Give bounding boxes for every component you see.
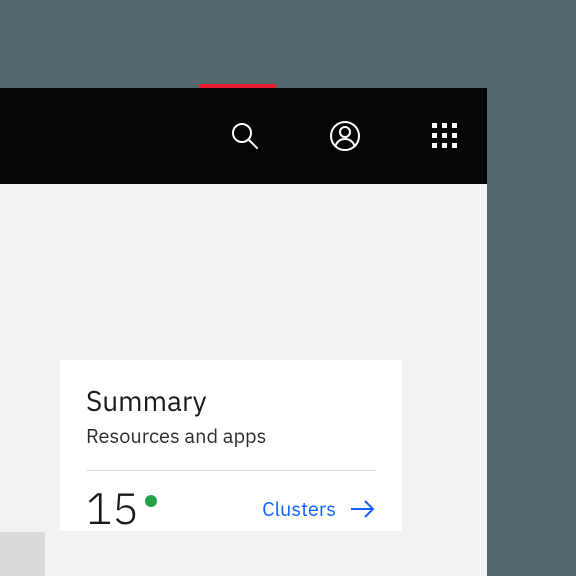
summary-title: Summary <box>86 384 376 418</box>
app-window: Summary Resources and apps 15 Clusters <box>0 88 487 576</box>
cluster-count-metric: 15 <box>86 487 157 531</box>
content-area: Summary Resources and apps 15 Clusters <box>0 184 487 576</box>
search-icon[interactable] <box>225 116 265 156</box>
status-dot-icon <box>145 495 157 507</box>
account-icon[interactable] <box>325 116 365 156</box>
top-nav-bar <box>0 88 487 184</box>
clusters-link-label: Clusters <box>262 495 336 522</box>
arrow-right-icon <box>350 499 376 519</box>
summary-subtitle: Resources and apps <box>86 424 376 448</box>
clusters-link[interactable]: Clusters <box>262 495 376 522</box>
cluster-count-value: 15 <box>86 487 139 531</box>
adjacent-card-stub <box>0 532 45 576</box>
summary-row-clusters: 15 Clusters <box>86 471 376 531</box>
app-switcher-icon[interactable] <box>425 116 465 156</box>
summary-card: Summary Resources and apps 15 Clusters <box>60 360 402 531</box>
